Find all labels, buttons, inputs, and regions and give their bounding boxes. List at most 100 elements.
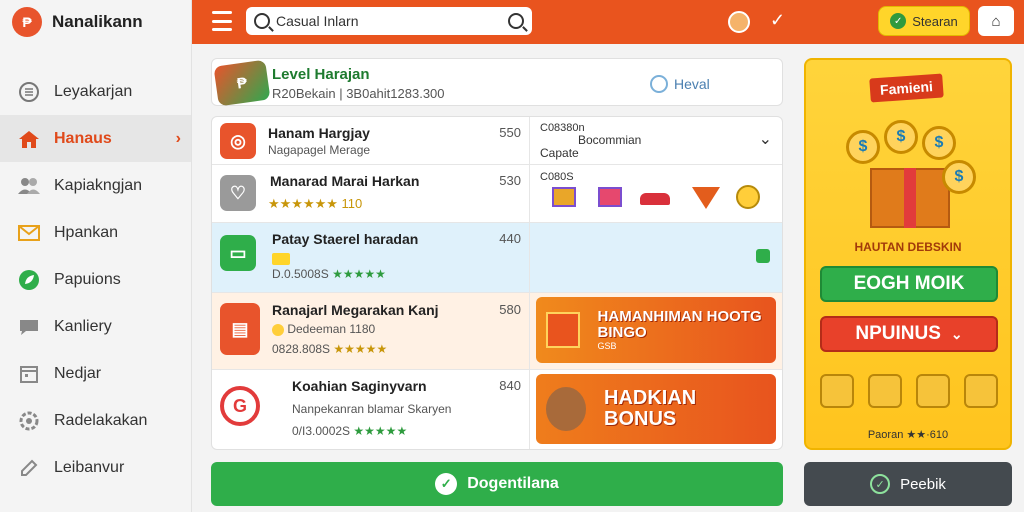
sidebar-item-label: Leyakarjan bbox=[54, 82, 133, 100]
row-title: Manarad Marai Harkan bbox=[270, 173, 420, 189]
promo-rating: Paoran ★★·610 bbox=[806, 428, 1010, 441]
row-main: ♡ Manarad Marai Harkan ★★★★★★ 110 530 bbox=[212, 165, 530, 222]
search-submit-icon[interactable] bbox=[508, 13, 524, 29]
row-main: G Koahian Saginyvarn Nanpekanran blamar … bbox=[212, 370, 530, 449]
brand[interactable]: ₱ Nanalikann bbox=[0, 0, 191, 44]
search-icon[interactable] bbox=[254, 13, 270, 29]
row-subtitle: Dedeeman 1180 bbox=[272, 322, 375, 336]
banner-title: HADKIAN BONUS bbox=[604, 387, 697, 430]
bonus-banner[interactable]: HADKIAN BONUS bbox=[536, 374, 776, 444]
list-item[interactable]: ▤ Ranajarl Megarakan Kanj Dedeeman 1180 … bbox=[212, 293, 782, 370]
chevron-down-icon: ⌄ bbox=[950, 325, 963, 342]
coin-icon: $ bbox=[884, 120, 918, 154]
check-icon: ✓ bbox=[435, 473, 458, 495]
chat-icon bbox=[18, 316, 40, 338]
row-code: D.0.5008S bbox=[272, 267, 329, 281]
gift-ribbon bbox=[904, 168, 916, 228]
row-code: 0/I3.0002S bbox=[292, 424, 351, 438]
level-icon bbox=[650, 75, 668, 93]
users-icon bbox=[18, 175, 40, 197]
row-main: ◎ Hanam Hargjay Nagapagel Merage 550 bbox=[212, 117, 530, 164]
claim-button[interactable]: EOGH MOIK bbox=[820, 266, 998, 302]
sidebar-item-label: Kanliery bbox=[54, 317, 112, 335]
primary-action-button[interactable]: ✓ Dogentilana bbox=[211, 462, 783, 506]
document-icon: ▤ bbox=[220, 303, 260, 355]
coin-icon[interactable] bbox=[736, 185, 760, 209]
calendar-icon bbox=[18, 363, 40, 385]
list-item[interactable]: ♡ Manarad Marai Harkan ★★★★★★ 110 530 C0… bbox=[212, 165, 782, 223]
sidebar-item-hpankan[interactable]: Hpankan bbox=[0, 209, 191, 256]
check-icon: ✓ bbox=[870, 474, 891, 494]
mascot-icon bbox=[546, 387, 586, 431]
row-meta: 0/I3.0002S ★★★★★ bbox=[292, 424, 407, 438]
row-rating: ★★★★★ bbox=[353, 424, 408, 438]
tag-icon bbox=[272, 252, 290, 265]
row-number: 550 bbox=[499, 125, 521, 140]
ticket-icon[interactable] bbox=[820, 374, 854, 408]
cash-icon[interactable] bbox=[868, 374, 902, 408]
search-input[interactable] bbox=[276, 13, 502, 29]
sidebar-item-label: Hanaus bbox=[54, 129, 112, 147]
leaf-icon bbox=[18, 269, 40, 291]
edit-icon bbox=[18, 457, 40, 479]
list-item[interactable]: G Koahian Saginyvarn Nanpekanran blamar … bbox=[212, 370, 782, 449]
list-item[interactable]: ◎ Hanam Hargjay Nagapagel Merage 550 C08… bbox=[212, 117, 782, 165]
coin-icon: $ bbox=[942, 160, 976, 194]
message-icon: ▭ bbox=[220, 235, 256, 271]
row-extra bbox=[530, 223, 782, 292]
level-subtitle: R20Bekain | 3B0ahit1283.300 bbox=[272, 86, 445, 101]
row-main: ▤ Ranajarl Megarakan Kanj Dedeeman 1180 … bbox=[212, 293, 530, 369]
sidebar-item-nedjar[interactable]: Nedjar bbox=[0, 350, 191, 397]
row-sub-text: Dedeeman 1180 bbox=[287, 322, 376, 336]
sidebar-item-leyakarjan[interactable]: Leyakarjan bbox=[0, 68, 191, 115]
coin-icon[interactable] bbox=[916, 374, 950, 408]
gift-coins-illustration: $ $ $ $ bbox=[846, 120, 976, 232]
rating-suffix: ·610 bbox=[926, 429, 949, 441]
badge-icon[interactable] bbox=[756, 249, 770, 263]
sidebar-item-kanliery[interactable]: Kanliery bbox=[0, 303, 191, 350]
row-subtitle: Nanpekanran blamar Skaryen bbox=[292, 402, 452, 416]
sidebar-item-leibanvur[interactable]: Leibanvur bbox=[0, 444, 191, 491]
sidebar-item-papuions[interactable]: Papuions bbox=[0, 256, 191, 303]
banner-text-block: HAMANHIMAN HOOTG BINGO GSB bbox=[598, 309, 776, 351]
chevron-down-icon[interactable]: ⌄ bbox=[759, 129, 772, 149]
sidebar-item-hanaus[interactable]: Hanaus › bbox=[0, 115, 191, 162]
bonus-dropdown-button[interactable]: NPUINUS ⌄ bbox=[820, 316, 998, 352]
row-title: Ranajarl Megarakan Kanj bbox=[272, 302, 439, 318]
coin-icon: $ bbox=[922, 126, 956, 160]
rewards-label: C080S bbox=[540, 171, 574, 183]
search-bar[interactable] bbox=[246, 7, 532, 35]
row-meta: 0828.808S ★★★★★ bbox=[272, 342, 387, 356]
row-dropdown[interactable]: C08380n Bocommian Capate ⌄ bbox=[530, 117, 782, 164]
sidebar-item-kapiakngjan[interactable]: Kapiakngjan bbox=[0, 162, 191, 209]
coin-icon bbox=[272, 323, 284, 336]
sidebar-item-radelakakan[interactable]: Radelakakan bbox=[0, 397, 191, 444]
row-number: 840 bbox=[499, 378, 521, 393]
crown-icon[interactable] bbox=[692, 187, 720, 209]
game-list: ◎ Hanam Hargjay Nagapagel Merage 550 C08… bbox=[211, 116, 783, 450]
car-icon[interactable] bbox=[640, 193, 670, 205]
game-logo-icon: G bbox=[220, 386, 260, 426]
row-number: 530 bbox=[499, 173, 521, 188]
row-subtitle: Nagapagel Merage bbox=[268, 143, 371, 157]
secondary-action-button[interactable]: ✓ Peebik bbox=[804, 462, 1012, 506]
gift-icon[interactable] bbox=[598, 187, 622, 207]
status-button[interactable]: ✓ Stearan bbox=[878, 6, 970, 36]
mail-icon bbox=[18, 222, 40, 244]
coin-stack-icon[interactable] bbox=[964, 374, 998, 408]
bingo-banner[interactable]: HAMANHIMAN HOOTG BINGO GSB bbox=[536, 297, 776, 363]
notification-button[interactable]: ⌂ bbox=[978, 6, 1014, 36]
bag-icon: ⌂ bbox=[991, 12, 1001, 30]
secondary-action-label: Peebik bbox=[900, 475, 946, 493]
level-button[interactable]: Heval bbox=[650, 75, 710, 93]
list-icon bbox=[18, 81, 40, 103]
gift-icon[interactable] bbox=[552, 187, 576, 207]
menu-icon[interactable] bbox=[212, 11, 232, 31]
level-title: Level Harajan bbox=[272, 66, 370, 83]
home-icon bbox=[18, 128, 40, 150]
avatar[interactable] bbox=[728, 11, 750, 33]
check-chevron-icon[interactable]: ✓ bbox=[770, 10, 785, 31]
promo-subtitle: HAUTAN DEBSKIN bbox=[854, 240, 962, 254]
list-item[interactable]: ▭ Patay Staerel haradan D.0.5008S ★★★★★ … bbox=[212, 223, 782, 293]
banner-subtitle: GSB bbox=[597, 340, 617, 351]
